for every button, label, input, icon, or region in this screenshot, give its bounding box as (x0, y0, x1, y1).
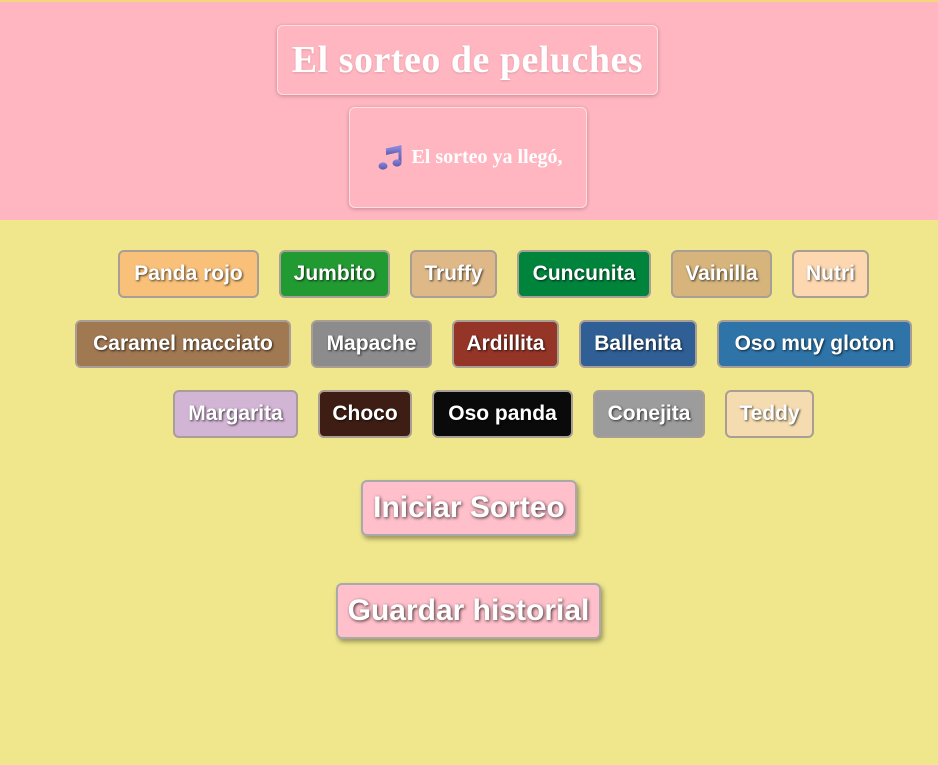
plushie-option[interactable]: Truffy (410, 250, 497, 298)
plushie-option[interactable]: Choco (318, 390, 412, 438)
header: El sorteo de peluches El sorteo ya llegó… (0, 2, 938, 220)
plushie-option[interactable]: Conejita (593, 390, 705, 438)
plushie-option[interactable]: Oso muy gloton (717, 320, 912, 368)
song-lyric: El sorteo ya llegó, (411, 146, 563, 168)
plushie-option[interactable]: Cuncunita (517, 250, 651, 298)
plushie-option[interactable]: Teddy (725, 390, 814, 438)
plushie-option[interactable]: Margarita (173, 390, 298, 438)
plushie-option[interactable]: Vainilla (671, 250, 772, 298)
plushie-option[interactable]: Ardillita (452, 320, 559, 368)
plushie-option[interactable]: Jumbito (279, 250, 390, 298)
song-box: El sorteo ya llegó, (349, 107, 587, 208)
plushie-row-3: Margarita Choco Oso panda Conejita Teddy (0, 390, 938, 440)
save-history-button[interactable]: Guardar historial (336, 583, 601, 639)
page-title: El sorteo de peluches (291, 39, 644, 81)
title-box: El sorteo de peluches (277, 25, 658, 95)
plushie-option[interactable]: Nutri (792, 250, 869, 298)
plushie-row-2: Caramel macciato Mapache Ardillita Balle… (0, 320, 938, 370)
plushie-option[interactable]: Ballenita (579, 320, 697, 368)
plushie-option[interactable]: Panda rojo (118, 250, 259, 298)
start-draw-button[interactable]: Iniciar Sorteo (361, 480, 577, 536)
music-notes-icon (377, 144, 403, 171)
plushie-row-1: Panda rojo Jumbito Truffy Cuncunita Vain… (0, 250, 938, 300)
plushie-option[interactable]: Caramel macciato (75, 320, 291, 368)
plushie-option[interactable]: Mapache (311, 320, 432, 368)
plushie-option[interactable]: Oso panda (432, 390, 573, 438)
